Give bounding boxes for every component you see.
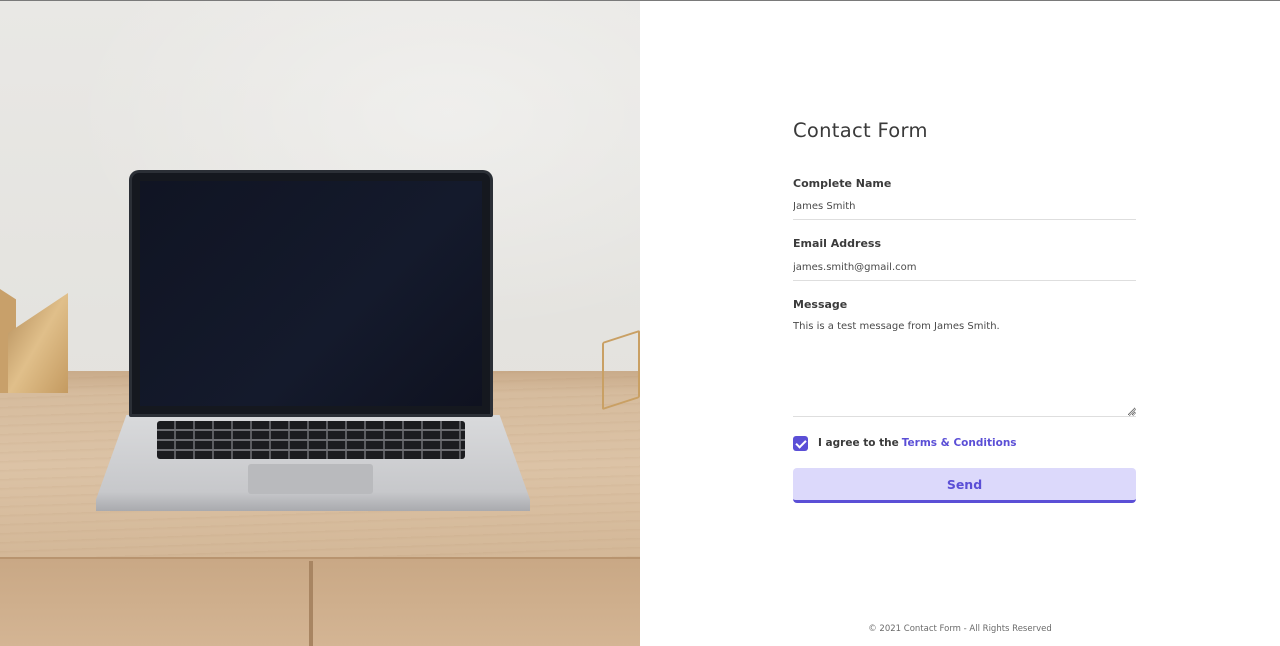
photo-desk-front bbox=[0, 559, 640, 646]
message-field[interactable]: This is a test message from James Smith. bbox=[793, 321, 1136, 417]
agree-checkbox[interactable] bbox=[793, 435, 808, 451]
page-title: Contact Form bbox=[793, 119, 928, 142]
photo-laptop-screen bbox=[129, 170, 493, 417]
name-field[interactable] bbox=[793, 201, 1136, 212]
agree-row: I agree to the Terms & Conditions bbox=[793, 435, 1017, 451]
photo-drawer-gap bbox=[309, 561, 313, 646]
email-field-underline bbox=[793, 280, 1136, 281]
photo-geometric-decor bbox=[602, 329, 640, 411]
photo-vase-right bbox=[8, 293, 68, 393]
send-button[interactable]: Send bbox=[793, 468, 1136, 503]
email-field[interactable] bbox=[793, 262, 1136, 273]
contact-panel: Contact Form Complete Name Email Address… bbox=[640, 1, 1280, 646]
resize-grip-icon[interactable] bbox=[1129, 409, 1136, 416]
photo-laptop-keyboard-rows bbox=[157, 421, 465, 459]
email-label: Email Address bbox=[793, 237, 882, 250]
photo-laptop-display bbox=[140, 181, 482, 406]
photo-laptop-trackpad bbox=[248, 464, 373, 494]
terms-link[interactable]: Terms & Conditions bbox=[902, 437, 1017, 449]
name-label: Complete Name bbox=[793, 177, 892, 190]
message-label: Message bbox=[793, 298, 848, 311]
hero-photo bbox=[0, 1, 640, 646]
agree-label: I agree to the bbox=[818, 437, 899, 449]
footer-copyright: © 2021 Contact Form - All Rights Reserve… bbox=[868, 624, 1052, 634]
photo-vase bbox=[0, 269, 70, 395]
name-field-underline bbox=[793, 219, 1136, 220]
